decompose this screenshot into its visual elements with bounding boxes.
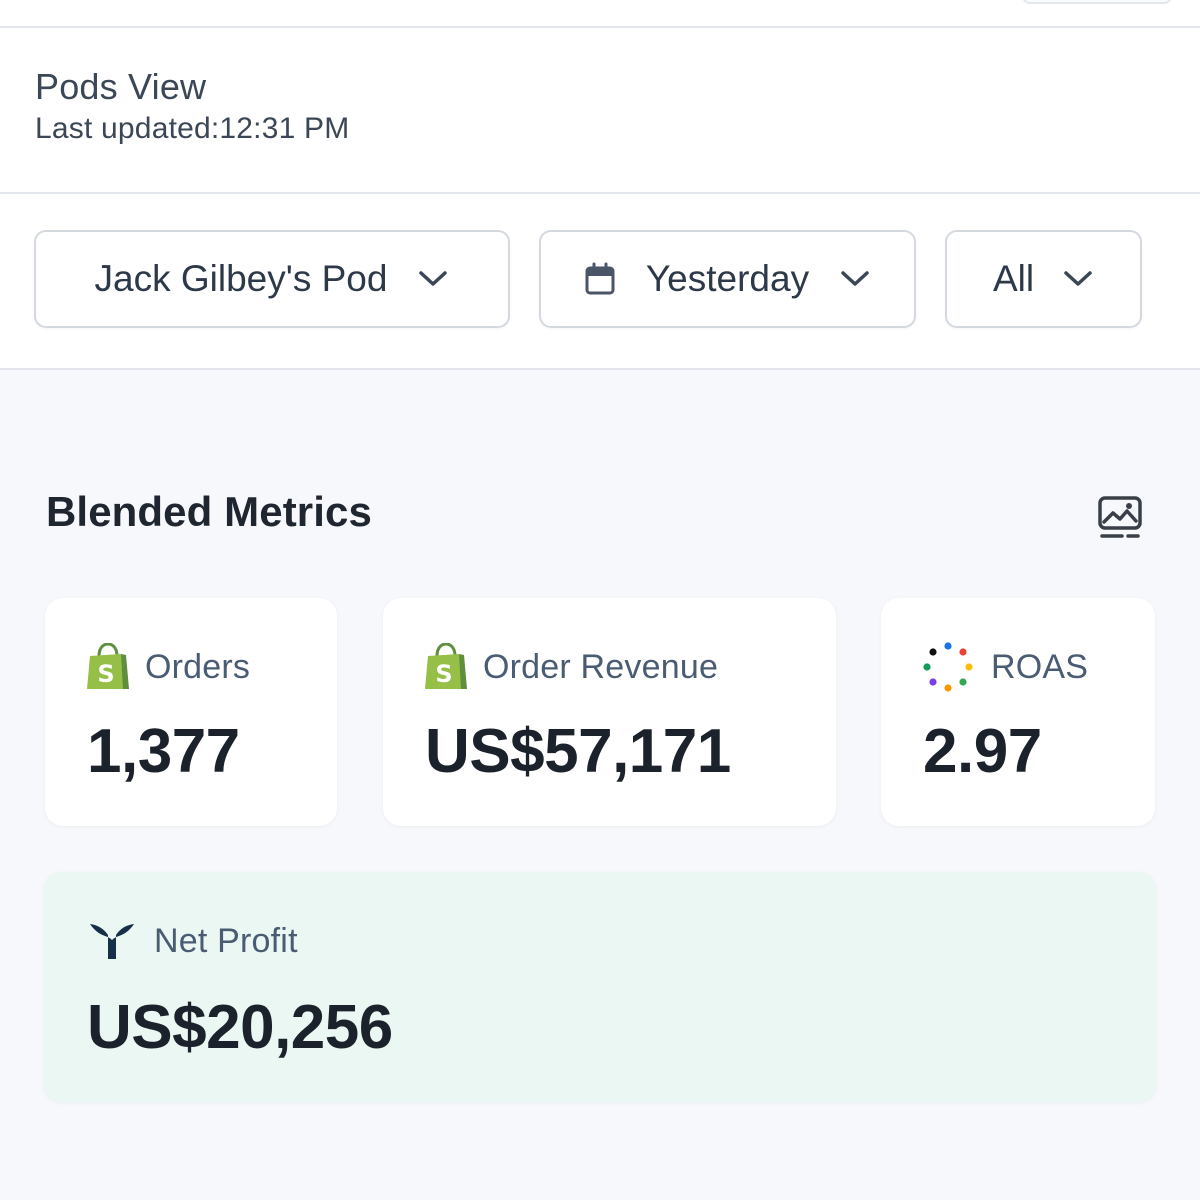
pod-select[interactable]: Jack Gilbey's Pod bbox=[34, 230, 510, 328]
metric-label: Order Revenue bbox=[483, 647, 719, 686]
metric-label: Orders bbox=[145, 647, 251, 686]
svg-text:S: S bbox=[435, 660, 452, 688]
date-range-select[interactable]: Yesterday bbox=[539, 230, 916, 328]
shopify-icon: S bbox=[425, 643, 467, 689]
chevron-down-icon bbox=[1064, 271, 1092, 286]
metric-card-roas[interactable]: ROAS 2.97 bbox=[881, 598, 1155, 826]
metric-label: ROAS bbox=[991, 647, 1089, 686]
top-control-edge[interactable] bbox=[1022, 0, 1172, 4]
image-snapshot-icon[interactable] bbox=[1096, 494, 1144, 542]
chevron-down-icon bbox=[419, 271, 448, 286]
metric-value: US$20,256 bbox=[87, 993, 393, 1062]
page-header: Pods View Last updated:12:31 PM bbox=[0, 28, 1200, 194]
date-range-label: Yesterday bbox=[645, 258, 810, 299]
top-strip bbox=[0, 0, 1200, 28]
metric-value: US$57,171 bbox=[425, 717, 731, 786]
metric-card-header: ROAS bbox=[923, 642, 1089, 692]
section-title: Blended Metrics bbox=[46, 488, 372, 535]
metric-label: Net Profit bbox=[154, 921, 298, 960]
metric-card-orders[interactable]: S Orders 1,377 bbox=[45, 598, 337, 826]
scope-select-label: All bbox=[992, 258, 1035, 299]
scope-select[interactable]: All bbox=[945, 230, 1142, 328]
metric-card-order-revenue[interactable]: S Order Revenue US$57,171 bbox=[383, 598, 836, 826]
metrics-content: Blended Metrics S Orders 1,377 S Order R… bbox=[0, 370, 1200, 1200]
metric-card-header: S Orders bbox=[85, 643, 251, 690]
multi-color-dots-icon bbox=[923, 642, 973, 692]
page-title: Pods View bbox=[35, 66, 207, 107]
metric-value: 1,377 bbox=[87, 717, 240, 786]
last-updated-text: Last updated:12:31 PM bbox=[35, 112, 350, 145]
pod-select-label: Jack Gilbey's Pod bbox=[94, 258, 388, 299]
filter-bar: Jack Gilbey's Pod Yesterday All bbox=[0, 194, 1200, 370]
metric-card-net-profit[interactable]: Net Profit US$20,256 bbox=[44, 872, 1156, 1102]
chevron-down-icon bbox=[841, 271, 869, 286]
metric-card-header: S Order Revenue bbox=[423, 643, 719, 690]
calendar-icon bbox=[585, 262, 615, 295]
metric-value: 2.97 bbox=[923, 717, 1042, 786]
triple-whale-icon bbox=[90, 924, 134, 959]
svg-text:S: S bbox=[97, 660, 114, 688]
metric-card-header: Net Profit bbox=[88, 918, 298, 964]
shopify-icon: S bbox=[87, 643, 129, 689]
